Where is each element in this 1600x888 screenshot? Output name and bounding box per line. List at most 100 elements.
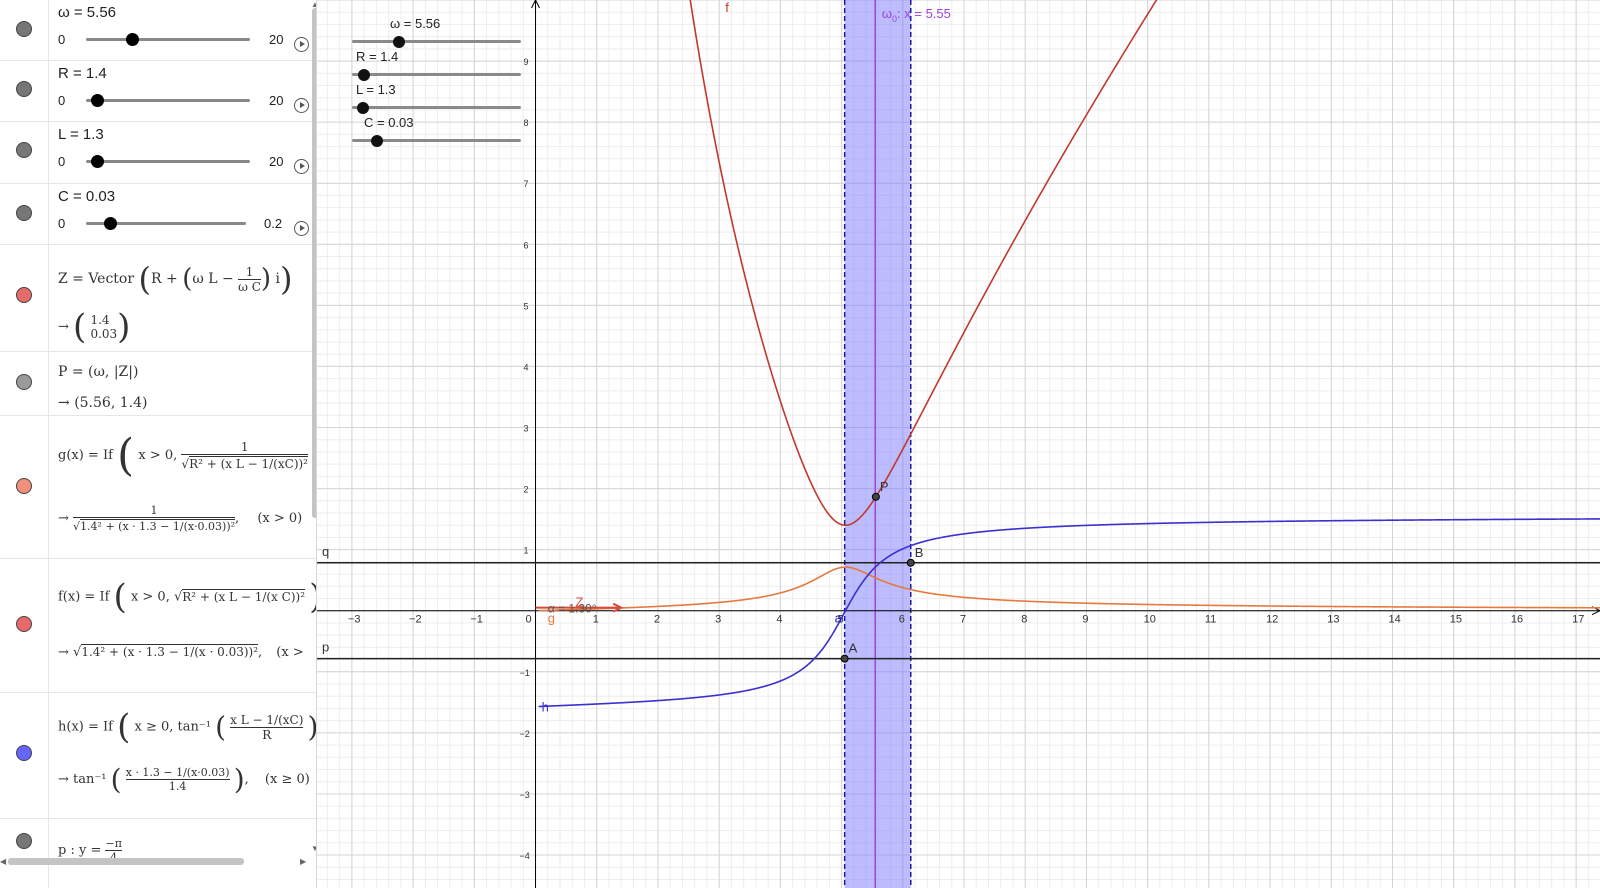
point-p xyxy=(871,492,880,501)
canvas-slider-l-track[interactable] xyxy=(352,101,521,114)
y-tick-label: 1 xyxy=(524,546,529,556)
slider-title: L = 1.3 xyxy=(58,126,104,143)
canvas-slider-thumb[interactable] xyxy=(356,101,369,114)
f-body: R² + (x L − 1/(x C))² xyxy=(182,588,306,604)
slider-thumb[interactable] xyxy=(104,217,117,230)
result-arrow: → xyxy=(58,511,69,526)
algebra-row-p-line[interactable]: p : y = −π 4 xyxy=(0,819,316,888)
slider-track[interactable] xyxy=(86,217,246,230)
x-tick-label: 12 xyxy=(1266,614,1278,626)
slider-thumb[interactable] xyxy=(125,33,139,46)
visibility-toggle-marble[interactable] xyxy=(16,205,32,221)
algebra-row-f[interactable]: f(x) = If ( x > 0, √R² + (x L − 1/(x C))… xyxy=(0,559,316,693)
h-result-fn: tan⁻¹ xyxy=(73,772,107,787)
algebra-row-r-slider[interactable]: R = 1.4 0 20 xyxy=(0,61,316,122)
canvas-slider-c-label: C = 0.03 xyxy=(364,115,414,130)
algebra-row-p-point[interactable]: P = (ω, |Z|) → (5.56, 1.4) xyxy=(0,352,316,416)
x-tick-label: 16 xyxy=(1511,614,1523,626)
algebra-row-g[interactable]: g(x) = If ( x > 0, 1 √R² + (x L − 1/(xC)… xyxy=(0,416,316,559)
slider-track[interactable] xyxy=(86,155,250,168)
x-tick-label: 9 xyxy=(1082,614,1088,626)
h-result-condition: (x ≥ 0) xyxy=(264,772,310,787)
slider-track[interactable] xyxy=(86,94,250,107)
canvas-slider-omega-track[interactable] xyxy=(352,35,521,48)
visibility-toggle-marble[interactable] xyxy=(16,374,32,390)
g-fraction: 1 √R² + (x L − 1/(xC))² xyxy=(181,440,308,471)
marble-column xyxy=(0,0,49,60)
z-result-top: 1.4 xyxy=(90,313,110,327)
p-result: → (5.56, 1.4) xyxy=(58,395,147,411)
algebra-row-h[interactable]: h(x) = If ( x ≥ 0, tan⁻¹ ( x L − 1/(xC) … xyxy=(0,693,316,819)
visibility-toggle-marble[interactable] xyxy=(16,478,32,494)
graph-canvas[interactable]: −3 −2 −1 0 1 2 3 4 5 6 7 8 9 10 11 12 13 14 15 16 17−4−3−2−1… xyxy=(317,0,1600,888)
marble-column xyxy=(0,559,49,692)
x-tick-label: 14 xyxy=(1388,614,1400,626)
y-tick-label: 2 xyxy=(524,485,529,495)
scroll-left-icon[interactable]: ◀ xyxy=(0,857,6,866)
point-b-label: B xyxy=(915,545,924,560)
visibility-toggle-marble[interactable] xyxy=(16,21,32,37)
z-definition: Z = Vector (R + (ω L − 1 ω C ) i) xyxy=(58,260,293,298)
play-icon[interactable] xyxy=(294,98,309,113)
canvas-slider-thumb[interactable] xyxy=(371,134,384,147)
z-result: → ( 1.4 0.03 ) xyxy=(58,307,131,347)
x-tick-label: 6 xyxy=(899,614,905,626)
algebra-row-l-slider[interactable]: L = 1.3 0 20 xyxy=(0,122,316,184)
line-p-label: p xyxy=(322,640,329,655)
canvas-slider-thumb[interactable] xyxy=(357,68,370,81)
f-result: → √1.4² + (x · 1.3 − 1/(x · 0.03))², (x … xyxy=(58,644,304,660)
x-tick-label: 0 xyxy=(526,614,532,626)
canvas-slider-thumb[interactable] xyxy=(392,35,405,48)
visibility-toggle-marble[interactable] xyxy=(16,616,32,632)
f-lhs: f(x) = If xyxy=(58,589,110,605)
horizontal-scrollbar[interactable] xyxy=(8,858,244,865)
y-tick-label: −4 xyxy=(520,851,530,861)
slider-min-label: 0 xyxy=(58,216,66,231)
g-result-num: 1 xyxy=(73,504,236,518)
f-condition: x > 0, xyxy=(130,589,170,605)
h-result-den: 1.4 xyxy=(168,780,187,793)
p-definition: P = (ω, |Z|) xyxy=(58,364,139,380)
slider-thumb[interactable] xyxy=(90,155,104,168)
y-tick-label: 4 xyxy=(524,362,529,372)
marble-column xyxy=(0,245,49,351)
y-tick-label: −1 xyxy=(520,668,530,678)
visibility-toggle-marble[interactable] xyxy=(16,833,32,849)
y-tick-label: 9 xyxy=(524,57,529,67)
algebra-row-z[interactable]: Z = Vector (R + (ω L − 1 ω C ) i) → ( 1.… xyxy=(0,245,316,352)
canvas-slider-c-track[interactable] xyxy=(352,134,521,147)
play-icon[interactable] xyxy=(294,37,309,52)
point-a-label: A xyxy=(849,641,858,656)
algebra-row-c-slider[interactable]: C = 0.03 0 0.2 xyxy=(0,184,316,245)
visibility-toggle-marble[interactable] xyxy=(16,142,32,158)
x-tick-label: 2 xyxy=(654,614,660,626)
visibility-toggle-marble[interactable] xyxy=(16,287,32,303)
f-result-condition: (x > xyxy=(276,645,304,660)
canvas-slider-r-track[interactable] xyxy=(352,68,521,81)
h-den: R xyxy=(262,727,272,742)
h-result-fraction: x · 1.3 − 1/(x·0.03) 1.4 xyxy=(125,766,230,793)
algebra-row-omega-slider[interactable]: ω = 5.56 0 20 xyxy=(0,0,316,61)
x-tick-label: 10 xyxy=(1144,614,1156,626)
h-fraction: x L − 1/(xC) R xyxy=(230,713,304,742)
x-tick-label: −1 xyxy=(470,614,483,626)
scroll-right-icon[interactable]: ▶ xyxy=(300,857,306,866)
slider-min-label: 0 xyxy=(58,154,66,169)
point-a xyxy=(840,654,849,663)
z-inner-wl: ω L − xyxy=(192,271,234,287)
canvas-slider-l-label: L = 1.3 xyxy=(356,82,396,97)
graphics-view[interactable]: −3 −2 −1 0 1 2 3 4 5 6 7 8 9 10 11 12 13 14 15 16 17 −4 −3 −2 −1… xyxy=(317,0,1600,888)
h-result-num: x · 1.3 − 1/(x·0.03) xyxy=(125,766,230,780)
slider-min-label: 0 xyxy=(58,32,66,47)
slider-max-label: 0.2 xyxy=(264,216,283,231)
play-icon[interactable] xyxy=(294,221,309,236)
x-tick-label: 3 xyxy=(715,614,721,626)
slider-track[interactable] xyxy=(86,33,250,46)
play-icon[interactable] xyxy=(294,159,309,174)
result-arrow: → xyxy=(58,319,69,335)
z-frac-den: ω C xyxy=(238,279,261,294)
slider-thumb[interactable] xyxy=(91,94,105,107)
h-result: → tan⁻¹ ( x · 1.3 − 1/(x·0.03) 1.4 ), (x… xyxy=(58,763,310,796)
visibility-toggle-marble[interactable] xyxy=(16,81,32,97)
visibility-toggle-marble[interactable] xyxy=(16,745,32,761)
